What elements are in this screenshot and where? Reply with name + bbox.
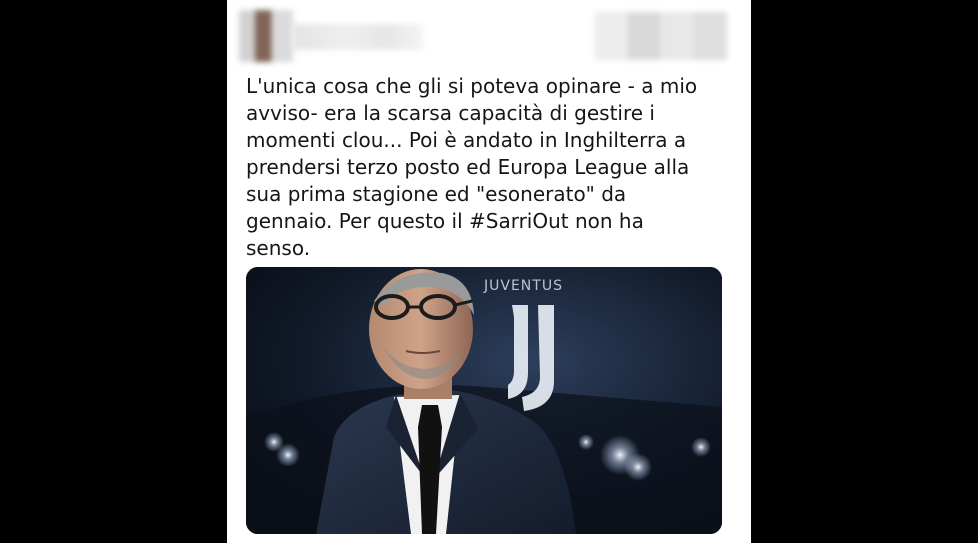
tweet-media-image[interactable]: JUVENTUS xyxy=(246,267,722,534)
follow-button-redacted[interactable] xyxy=(595,12,727,60)
tweet-card[interactable]: L'unica cosa che gli si poteva opinare -… xyxy=(227,0,751,543)
logo-text: JUVENTUS xyxy=(483,278,563,294)
user-avatar-icon[interactable] xyxy=(239,10,293,62)
tweet-text: L'unica cosa che gli si poteva opinare -… xyxy=(246,74,698,260)
photo-illustration: JUVENTUS xyxy=(246,267,722,534)
tweet-header xyxy=(227,0,751,66)
username-redacted[interactable] xyxy=(293,24,423,50)
